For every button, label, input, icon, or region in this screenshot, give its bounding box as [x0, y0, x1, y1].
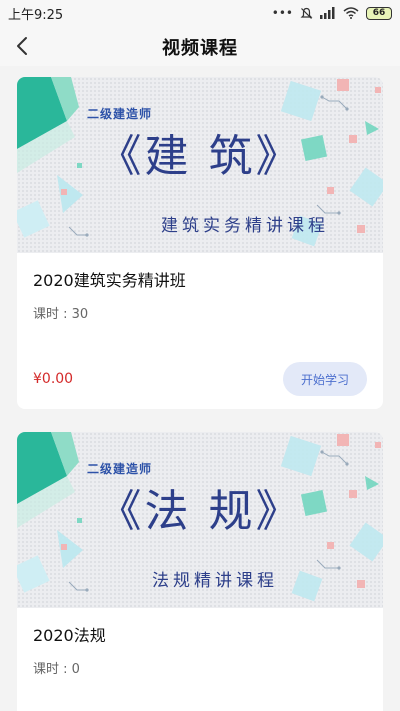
course-banner: 二级建造师 《建 筑》 建筑实务精讲课程	[17, 77, 383, 253]
course-card[interactable]: 二级建造师 《法 规》 法规精讲课程 2020法规 课时 : 0	[17, 432, 383, 711]
course-name: 2020法规	[33, 626, 106, 645]
page-title: 视频课程	[162, 38, 238, 59]
more-dots-icon: •••	[271, 6, 293, 20]
battery-icon: 66	[366, 6, 392, 20]
banner-subtitle: 二级建造师	[87, 107, 153, 121]
course-banner: 二级建造师 《法 规》 法规精讲课程	[17, 432, 383, 608]
banner-title: 《建 筑》	[97, 131, 303, 182]
signal-icon	[320, 7, 335, 19]
course-name: 2020建筑实务精讲班	[33, 271, 186, 290]
banner-caption: 法规精讲课程	[152, 571, 278, 591]
course-card[interactable]: 二级建造师 《建 筑》 建筑实务精讲课程 2020建筑实务精讲班 课时 : 30…	[17, 77, 383, 409]
course-hours: 课时 : 0	[33, 662, 80, 677]
start-learning-button[interactable]: 开始学习	[283, 362, 367, 396]
status-icons: ••• 66	[272, 4, 392, 22]
banner-subtitle: 二级建造师	[87, 462, 153, 476]
nav-bar: 视频课程	[0, 26, 400, 66]
wifi-icon	[343, 7, 359, 19]
course-price: ¥0.00	[33, 371, 74, 387]
course-hours: 课时 : 30	[33, 307, 89, 322]
status-time: 上午9:25	[8, 8, 64, 23]
status-bar: 上午9:25 ••• 66	[0, 0, 400, 26]
banner-caption: 建筑实务精讲课程	[161, 216, 329, 236]
mute-bell-icon	[300, 7, 313, 19]
banner-title: 《法 规》	[97, 486, 303, 537]
